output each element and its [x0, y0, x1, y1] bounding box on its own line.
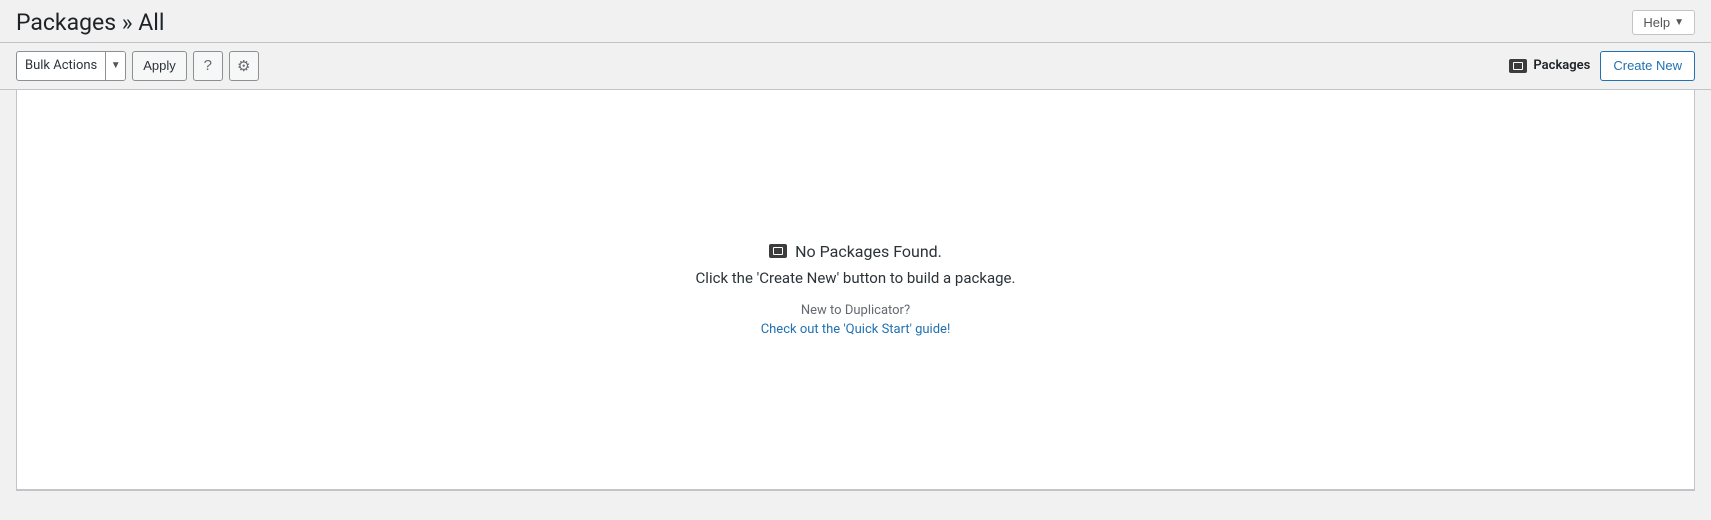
settings-icon-button[interactable]: ⚙ — [229, 51, 259, 81]
help-label: Help — [1643, 15, 1670, 30]
new-to-label: New to Duplicator? — [696, 303, 1016, 318]
bulk-actions-arrow-icon[interactable]: ▼ — [105, 51, 125, 81]
toolbar-left: Bulk Actions ▼ Apply ? ⚙ — [16, 51, 259, 81]
page-wrapper: Packages » All Help ▼ Bulk Actions ▼ App… — [0, 0, 1711, 520]
bottom-bar — [16, 490, 1695, 520]
chevron-down-icon: ▼ — [1674, 17, 1684, 28]
packages-icon — [1509, 59, 1527, 73]
toolbar: Bulk Actions ▼ Apply ? ⚙ Packages — [0, 42, 1711, 90]
packages-label: Packages — [1533, 58, 1590, 73]
empty-packages-icon-inner — [773, 247, 783, 255]
page-title: Packages » All — [16, 8, 164, 38]
empty-packages-icon — [769, 244, 787, 258]
toolbar-right: Packages Create New — [1509, 51, 1695, 81]
page-header: Packages » All Help ▼ — [0, 0, 1711, 42]
empty-state: No Packages Found. Click the 'Create New… — [676, 202, 1036, 377]
bulk-actions-dropdown[interactable]: Bulk Actions ▼ — [16, 51, 126, 81]
content-area: No Packages Found. Click the 'Create New… — [16, 90, 1695, 490]
empty-state-title-text: No Packages Found. — [795, 242, 942, 261]
gear-icon: ⚙ — [237, 57, 250, 75]
help-button[interactable]: Help ▼ — [1632, 10, 1695, 35]
empty-state-title: No Packages Found. — [696, 242, 1016, 261]
empty-state-subtitle: Click the 'Create New' button to build a… — [696, 269, 1016, 287]
help-icon-button[interactable]: ? — [193, 51, 223, 81]
quick-start-link[interactable]: Check out the 'Quick Start' guide! — [761, 322, 951, 337]
create-new-button[interactable]: Create New — [1600, 51, 1695, 81]
apply-button[interactable]: Apply — [132, 51, 187, 81]
packages-icon-inner — [1513, 62, 1523, 70]
bulk-actions-label: Bulk Actions — [17, 58, 105, 73]
packages-link[interactable]: Packages — [1509, 58, 1590, 73]
question-mark-icon: ? — [204, 57, 212, 74]
